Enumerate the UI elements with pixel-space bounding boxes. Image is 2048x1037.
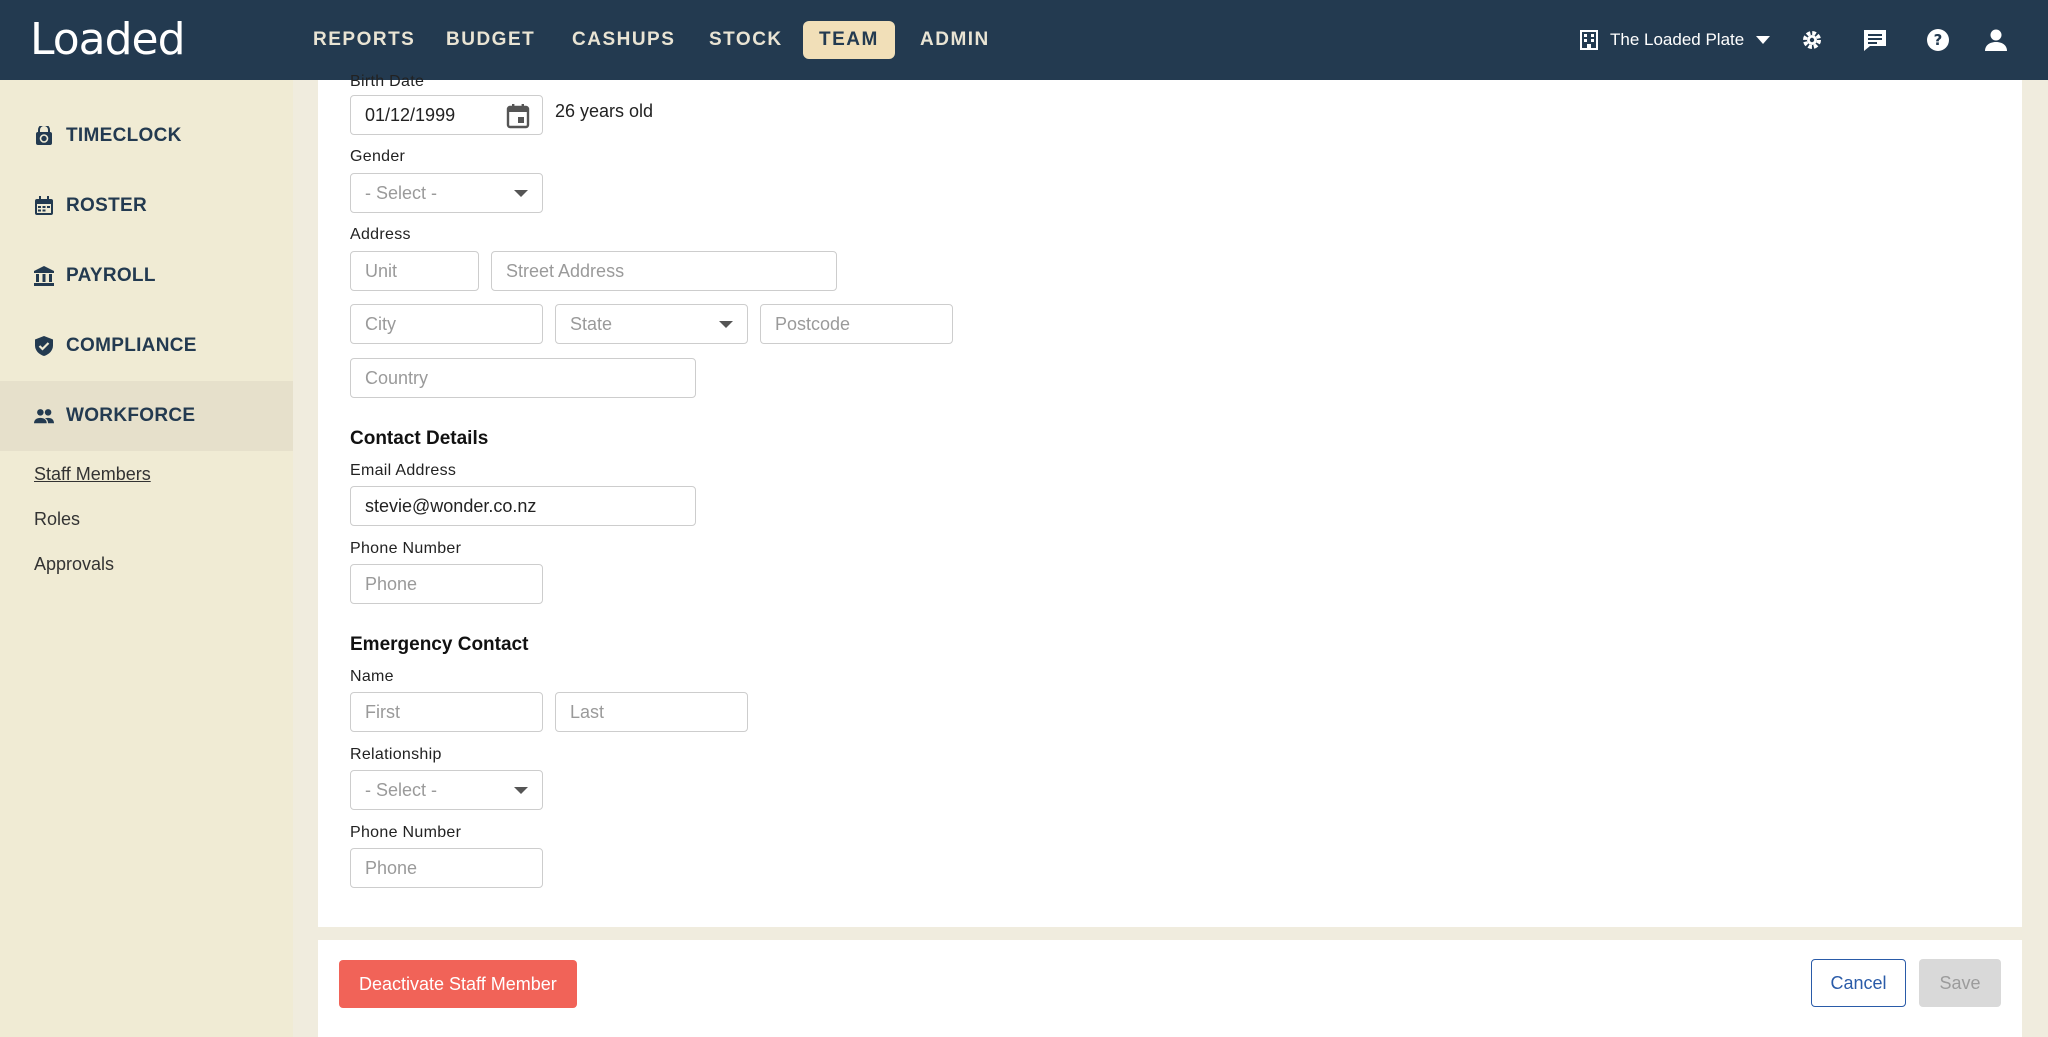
relationship-select-value: - Select - [365, 780, 438, 800]
sidebar-item-label: TIMECLOCK [66, 125, 182, 146]
staff-form-card: Birth Date 01/12/1999 26 years old Gende… [318, 73, 2022, 927]
emergency-phone-input[interactable]: Phone [350, 848, 543, 888]
unit-input[interactable]: Unit [350, 251, 479, 291]
chat-icon[interactable] [1859, 24, 1891, 56]
contact-details-title: Contact Details [350, 428, 489, 449]
sublink-staff-members[interactable]: Staff Members [34, 464, 151, 485]
birth-date-label: Birth Date [350, 73, 425, 90]
age-text: 26 years old [555, 101, 654, 121]
cancel-button[interactable]: Cancel [1811, 959, 1906, 1007]
user-icon[interactable] [1980, 24, 2012, 56]
sidebar-item-label: WORKFORCE [66, 405, 196, 426]
sublink-approvals[interactable]: Approvals [34, 554, 114, 575]
bank-icon [34, 266, 54, 286]
deactivate-staff-button[interactable]: Deactivate Staff Member [339, 960, 577, 1008]
gender-select-value: - Select - [365, 183, 438, 203]
save-button[interactable]: Save [1919, 959, 2001, 1007]
sidebar-item-label: PAYROLL [66, 265, 156, 286]
country-input[interactable]: Country [350, 358, 696, 398]
sidebar-item-compliance[interactable]: COMPLIANCE [0, 311, 293, 381]
people-icon [34, 406, 54, 426]
nav-reports[interactable]: REPORTS [297, 21, 431, 59]
birth-date-value: 01/12/1999 [365, 105, 456, 125]
emergency-phone-label: Phone Number [350, 824, 462, 841]
email-label: Email Address [350, 462, 457, 479]
nav-cashups[interactable]: CASHUPS [556, 21, 691, 59]
sidebar-item-label: COMPLIANCE [66, 335, 197, 356]
venue-selector[interactable]: The Loaded Plate [1580, 24, 1771, 56]
shield-check-icon [34, 336, 54, 356]
city-input[interactable]: City [350, 304, 543, 344]
relationship-select[interactable]: - Select - [350, 770, 543, 810]
building-icon [1580, 30, 1598, 50]
phone-label: Phone Number [350, 540, 462, 557]
birth-date-input[interactable]: 01/12/1999 [350, 95, 543, 135]
street-address-input[interactable]: Street Address [491, 251, 837, 291]
caret-down-icon [514, 787, 528, 794]
form-footer: Deactivate Staff Member Cancel Save [318, 940, 2022, 1037]
app-logo[interactable]: Loaded [30, 14, 186, 65]
nav-team[interactable]: TEAM [803, 21, 895, 59]
nav-stock[interactable]: STOCK [693, 21, 799, 59]
sublink-roles[interactable]: Roles [34, 509, 80, 530]
postcode-input[interactable]: Postcode [760, 304, 953, 344]
address-label: Address [350, 226, 411, 243]
caret-down-icon [514, 190, 528, 197]
state-select-value: State [570, 314, 613, 334]
email-field[interactable]: stevie@wonder.co.nz [350, 486, 696, 526]
sidebar-item-roster[interactable]: ROSTER [0, 171, 293, 241]
nav-budget[interactable]: BUDGET [430, 21, 551, 59]
sidebar-item-label: ROSTER [66, 195, 147, 216]
phone-input[interactable]: Phone [350, 564, 543, 604]
chevron-down-icon [1756, 36, 1771, 44]
help-icon[interactable]: ? [1922, 24, 1954, 56]
calendar-icon [34, 196, 54, 216]
gear-icon[interactable] [1796, 24, 1828, 56]
lock-timer-icon [34, 126, 54, 146]
emergency-last-name-input[interactable]: Last [555, 692, 748, 732]
svg-text:?: ? [1934, 31, 1943, 49]
sidebar-item-payroll[interactable]: PAYROLL [0, 241, 293, 311]
emergency-name-label: Name [350, 668, 394, 685]
calendar-icon[interactable] [506, 103, 530, 129]
state-select[interactable]: State [555, 304, 748, 344]
emergency-first-name-input[interactable]: First [350, 692, 543, 732]
top-navbar: Loaded REPORTS BUDGET CASHUPS STOCK TEAM… [0, 0, 2048, 80]
gender-select[interactable]: - Select - [350, 173, 543, 213]
nav-admin[interactable]: ADMIN [904, 21, 1006, 59]
sidebar-item-timeclock[interactable]: TIMECLOCK [0, 101, 293, 171]
emergency-contact-title: Emergency Contact [350, 634, 529, 655]
caret-down-icon [719, 321, 733, 328]
venue-name: The Loaded Plate [1610, 30, 1745, 49]
gender-label: Gender [350, 148, 406, 165]
sidebar-item-workforce[interactable]: WORKFORCE [0, 381, 293, 451]
sidebar: TIMECLOCK ROSTER PAYROLL COMPLIANCE WORK… [0, 80, 293, 1037]
relationship-label: Relationship [350, 746, 442, 763]
